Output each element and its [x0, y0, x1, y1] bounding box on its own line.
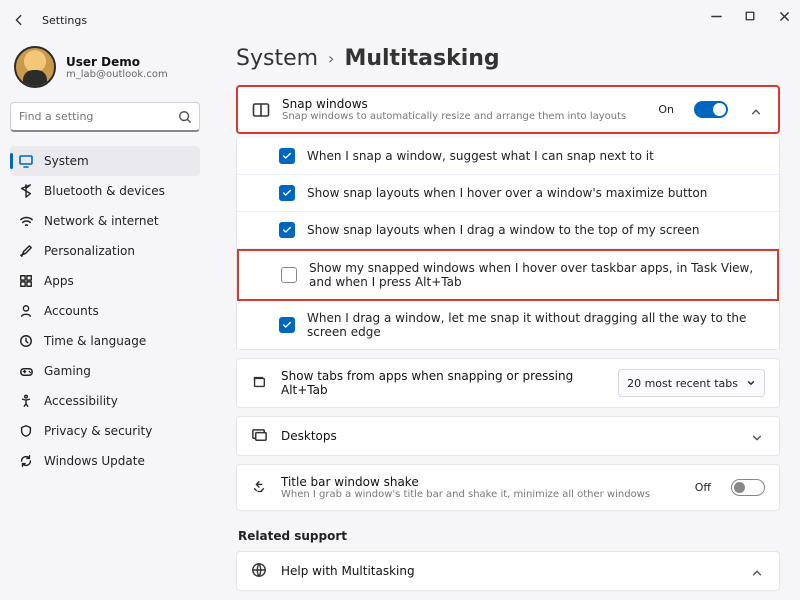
checkbox[interactable] [279, 185, 295, 201]
nav-item-accessibility[interactable]: Accessibility [10, 386, 200, 416]
nav-item-bluetooth[interactable]: Bluetooth & devices [10, 176, 200, 206]
chevron-down-icon [746, 378, 756, 388]
back-button[interactable] [10, 11, 28, 29]
nav-item-time[interactable]: Time & language [10, 326, 200, 356]
snap-title: Snap windows [282, 97, 646, 111]
snap-toggle[interactable] [694, 101, 728, 118]
tabs-dropdown[interactable]: 20 most recent tabs [618, 369, 765, 397]
desktops-title: Desktops [281, 429, 739, 443]
wifi-icon [18, 213, 34, 229]
nav-label: Apps [44, 274, 74, 288]
chevron-right-icon: › [328, 49, 334, 68]
nav-label: System [44, 154, 89, 168]
nav: System Bluetooth & devices Network & int… [10, 146, 200, 476]
maximize-button[interactable] [742, 8, 758, 24]
nav-item-gaming[interactable]: Gaming [10, 356, 200, 386]
system-icon [18, 153, 34, 169]
snap-option-4: Show my snapped windows when I hover ove… [237, 249, 779, 301]
option-label: Show snap layouts when I drag a window t… [307, 223, 700, 237]
checkbox[interactable] [281, 267, 297, 283]
nav-item-apps[interactable]: Apps [10, 266, 200, 296]
breadcrumb-parent[interactable]: System [236, 46, 318, 71]
window-controls [708, 8, 792, 24]
option-label: When I snap a window, suggest what I can… [307, 149, 654, 163]
nav-label: Accessibility [44, 394, 118, 408]
nav-label: Windows Update [44, 454, 145, 468]
related-heading: Related support [238, 529, 780, 543]
chevron-up-icon [750, 103, 764, 117]
avatar [14, 46, 56, 88]
tabs-icon [251, 374, 269, 392]
nav-label: Gaming [44, 364, 91, 378]
nav-label: Network & internet [44, 214, 159, 228]
nav-label: Bluetooth & devices [44, 184, 165, 198]
shake-toggle[interactable] [731, 479, 765, 496]
option-label: Show snap layouts when I hover over a wi… [307, 186, 707, 200]
shake-subtitle: When I grab a window's title bar and sha… [281, 489, 683, 500]
clock-icon [18, 333, 34, 349]
nav-item-privacy[interactable]: Privacy & security [10, 416, 200, 446]
snap-option-3: Show snap layouts when I drag a window t… [237, 212, 779, 249]
gaming-icon [18, 363, 34, 379]
breadcrumb-current: Multitasking [344, 46, 499, 71]
breadcrumb: System › Multitasking [236, 46, 780, 71]
user-profile[interactable]: User Demo m_lab@outlook.com [10, 40, 200, 98]
titlebar-title: Settings [42, 14, 87, 27]
checkbox[interactable] [279, 317, 295, 333]
nav-item-network[interactable]: Network & internet [10, 206, 200, 236]
paintbrush-icon [18, 243, 34, 259]
search-input[interactable] [10, 102, 200, 132]
person-icon [18, 303, 34, 319]
shake-row: Title bar window shake When I grab a win… [236, 464, 780, 511]
titlebar: Settings [0, 0, 800, 40]
shake-icon [251, 479, 269, 497]
help-row[interactable]: Help with Multitasking [236, 551, 780, 591]
apps-icon [18, 273, 34, 289]
snap-windows-header[interactable]: Snap windows Snap windows to automatical… [236, 85, 780, 134]
nav-label: Privacy & security [44, 424, 152, 438]
chevron-up-icon [751, 564, 765, 578]
search-icon [178, 109, 192, 123]
bluetooth-icon [18, 183, 34, 199]
nav-label: Personalization [44, 244, 135, 258]
tabs-row: Show tabs from apps when snapping or pre… [236, 358, 780, 408]
nav-item-accounts[interactable]: Accounts [10, 296, 200, 326]
accessibility-icon [18, 393, 34, 409]
checkbox[interactable] [279, 222, 295, 238]
shield-icon [18, 423, 34, 439]
chevron-down-icon [751, 429, 765, 443]
nav-item-system[interactable]: System [10, 146, 200, 176]
dropdown-value: 20 most recent tabs [627, 377, 738, 390]
help-title: Help with Multitasking [281, 564, 739, 578]
desktops-icon [251, 427, 269, 445]
minimize-button[interactable] [708, 8, 724, 24]
snap-option-5: When I drag a window, let me snap it wit… [237, 301, 779, 350]
user-name: User Demo [66, 55, 168, 69]
nav-label: Time & language [44, 334, 146, 348]
snap-option-2: Show snap layouts when I hover over a wi… [237, 175, 779, 212]
option-label: Show my snapped windows when I hover ove… [309, 261, 763, 289]
nav-item-update[interactable]: Windows Update [10, 446, 200, 476]
shake-title: Title bar window shake [281, 475, 683, 489]
nav-item-personalization[interactable]: Personalization [10, 236, 200, 266]
snap-subtitle: Snap windows to automatically resize and… [282, 111, 646, 122]
snap-state-label: On [658, 103, 674, 116]
snap-options: When I snap a window, suggest what I can… [236, 138, 780, 350]
sidebar: User Demo m_lab@outlook.com System Bluet… [0, 40, 210, 600]
close-button[interactable] [776, 8, 792, 24]
option-label: When I drag a window, let me snap it wit… [307, 311, 765, 339]
search-box [10, 102, 200, 132]
globe-icon [251, 562, 269, 580]
nav-label: Accounts [44, 304, 99, 318]
update-icon [18, 453, 34, 469]
checkbox[interactable] [279, 148, 295, 164]
user-email: m_lab@outlook.com [66, 69, 168, 80]
tabs-title: Show tabs from apps when snapping or pre… [281, 369, 606, 397]
snap-icon [252, 101, 270, 119]
snap-option-1: When I snap a window, suggest what I can… [237, 138, 779, 175]
main-content: System › Multitasking Snap windows Snap … [210, 40, 800, 600]
desktops-row[interactable]: Desktops [236, 416, 780, 456]
shake-state-label: Off [695, 481, 711, 494]
settings-window: Settings User Demo m_lab@outlook.com [0, 0, 800, 600]
